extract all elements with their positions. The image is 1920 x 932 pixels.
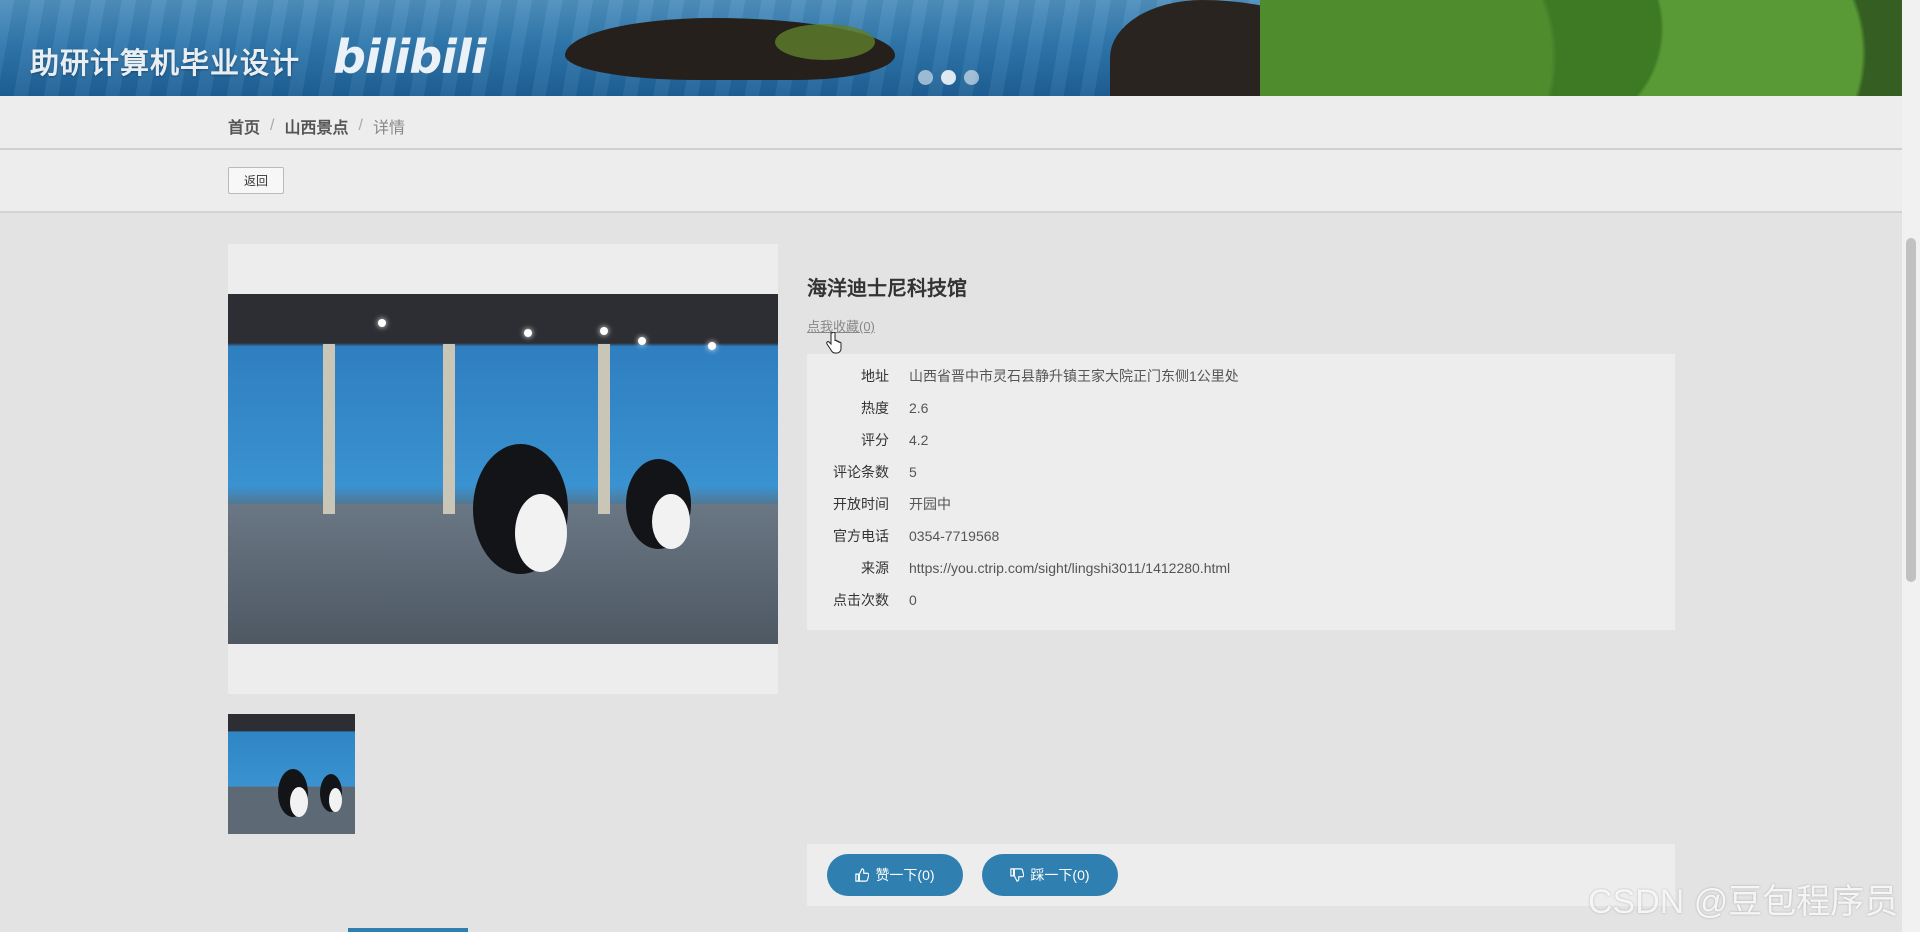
tab-indicator [228, 928, 348, 932]
field-value: 0 [909, 592, 917, 608]
dislike-button[interactable]: 踩一下(0) [982, 854, 1118, 896]
source-link[interactable]: https://you.ctrip.com/sight/lingshi3011/… [909, 560, 1230, 576]
tab-indicator-active[interactable] [348, 928, 468, 932]
banner-trees [1260, 0, 1902, 96]
bilibili-logo: bilibili [333, 30, 486, 84]
field-label: 官方电话 [833, 528, 889, 544]
carousel-indicators [918, 70, 979, 85]
info-row-click-count: 点击次数 0 [807, 584, 917, 616]
breadcrumb-shanxi-sights[interactable]: 山西景点 [284, 114, 348, 138]
breadcrumb-current: 详情 [372, 120, 405, 137]
carousel-dot-3[interactable] [964, 70, 979, 85]
breadcrumb-bar: 首页 / 山西景点 / 详情 [0, 96, 1902, 150]
toolbar: 返回 [0, 150, 1902, 213]
header-banner: 助研计算机毕业设计 bilibili [0, 0, 1902, 96]
scrollbar-thumb[interactable] [1906, 238, 1916, 582]
watermark: CSDN @豆包程序员 [1588, 883, 1899, 921]
field-value: 5 [909, 464, 917, 480]
thumbs-up-icon [855, 868, 870, 882]
penguin-figure [626, 459, 691, 549]
info-row-source: 来源 https://you.ctrip.com/sight/lingshi30… [807, 552, 1230, 584]
field-label: 评分 [861, 432, 889, 448]
breadcrumb-home[interactable]: 首页 [228, 114, 260, 138]
field-label: 来源 [861, 560, 889, 576]
field-label: 评论条数 [833, 464, 889, 480]
field-label: 点击次数 [833, 592, 889, 608]
info-row-rating: 评分 4.2 [807, 424, 928, 456]
site-title: 助研计算机毕业设计 [30, 48, 301, 80]
info-panel: 地址 山西省晋中市灵石县静升镇王家大院正门东侧1公里处 热度 2.6 评分 4.… [807, 354, 1675, 630]
dislike-label: 踩一下(0) [1030, 867, 1090, 883]
breadcrumb-separator: / [270, 117, 275, 134]
field-value: 0354-7719568 [909, 528, 1000, 544]
penguin-figure [473, 444, 568, 574]
field-value: 4.2 [909, 432, 929, 448]
field-label: 地址 [861, 368, 889, 384]
info-row-phone: 官方电话 0354-7719568 [807, 520, 999, 552]
field-label: 热度 [861, 400, 889, 416]
thumbnail-1[interactable] [228, 714, 355, 834]
vertical-scrollbar[interactable] [1902, 0, 1920, 932]
field-value: 开园中 [909, 496, 951, 512]
field-value: 2.6 [909, 400, 929, 416]
info-row-heat: 热度 2.6 [807, 392, 928, 424]
like-button[interactable]: 赞一下(0) [827, 854, 963, 896]
info-row-opening-hours: 开放时间 开园中 [807, 488, 951, 520]
field-label: 开放时间 [833, 496, 889, 512]
banner-rock [565, 18, 895, 80]
info-row-comment-count: 评论条数 5 [807, 456, 917, 488]
main-photo [228, 294, 778, 644]
sight-title: 海洋迪士尼科技馆 [807, 278, 967, 300]
info-row-address: 地址 山西省晋中市灵石县静升镇王家大院正门东侧1公里处 [807, 360, 1239, 392]
hand-cursor-icon [826, 332, 842, 354]
thumbs-down-icon [1010, 868, 1025, 882]
carousel-dot-2[interactable] [941, 70, 956, 85]
carousel-dot-1[interactable] [918, 70, 933, 85]
breadcrumb-separator: / [358, 117, 363, 134]
field-value: 山西省晋中市灵石县静升镇王家大院正门东侧1公里处 [909, 368, 1239, 384]
back-button[interactable]: 返回 [228, 167, 284, 194]
vote-panel: 赞一下(0) 踩一下(0) [807, 844, 1675, 906]
like-label: 赞一下(0) [875, 867, 935, 883]
breadcrumb: 首页 / 山西景点 / 详情 [228, 114, 405, 138]
